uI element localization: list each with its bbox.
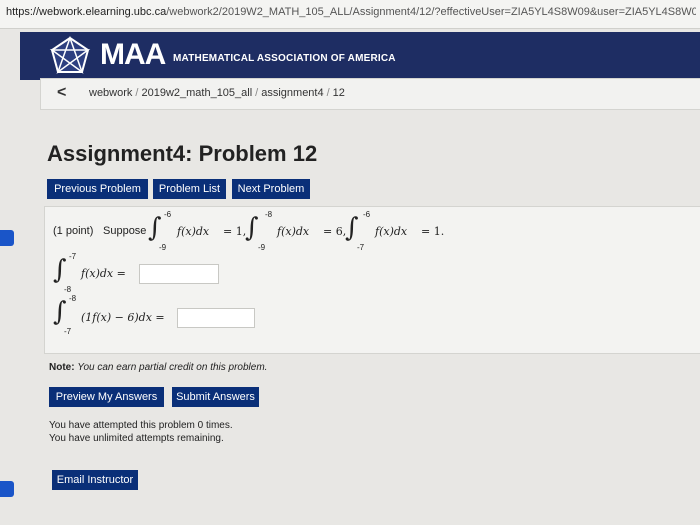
upper-limit: -7 [69,252,77,261]
given-value: = 1. [421,225,445,238]
maa-logo-text: MAA [100,38,166,71]
browser-url-bar[interactable]: https://webwork.elearning.ubc.ca/webwork… [0,0,700,29]
note-text: You can earn partial credit on this prob… [77,362,268,373]
breadcrumb-trail: webwork/2019w2_math_105_all / assignment4/… [89,87,345,99]
url-path: /webwork2/2019W2_MATH_105_ALL/Assignment… [166,6,696,18]
breadcrumb: < webwork/2019w2_math_105_all / assignment… [40,78,700,110]
next-problem-button[interactable]: Next Problem [232,179,310,199]
upper-limit: -6 [363,210,371,219]
submit-answers-button[interactable]: Submit Answers [172,387,259,407]
integral-sign: ∫ [53,297,67,327]
lower-limit: -8 [64,285,72,294]
email-instructor-button[interactable]: Email Instructor [52,470,138,490]
breadcrumb-item-course[interactable]: 2019w2_math_105_all [141,87,252,99]
problem-box: (1 point) Suppose ∫ -6 -9 f(x)dx = 1, ∫ … [44,206,700,354]
given-value: = 6, [323,225,347,238]
lower-limit: -7 [357,243,365,252]
integrand: f(x)dx [177,225,210,238]
integral-sign: ∫ [148,213,162,243]
problem-list-button[interactable]: Problem List [153,179,226,199]
breadcrumb-item-webwork[interactable]: webwork [89,87,132,99]
integral-sign: ∫ [245,213,259,243]
breadcrumb-item-assignment[interactable]: assignment4 [261,87,323,99]
answer-2-input[interactable] [177,308,255,328]
lower-limit: -7 [64,327,72,336]
attempt-status: You have attempted this problem 0 times.… [49,419,233,445]
breadcrumb-separator: / [255,87,259,99]
side-tab[interactable] [0,481,14,497]
previous-problem-button[interactable]: Previous Problem [47,179,148,199]
suppose-label: Suppose [103,225,147,237]
integral-sign: ∫ [53,255,67,285]
preview-answers-button[interactable]: Preview My Answers [49,387,164,407]
side-tab[interactable] [0,230,14,246]
question-1-expression: f(x)dx = [81,267,126,280]
breadcrumb-separator: / [326,87,330,99]
back-chevron-icon[interactable]: < [57,84,66,102]
remaining-attempts-text: You have unlimited attempts remaining. [49,433,224,444]
attempts-text: You have attempted this problem 0 times. [49,420,233,431]
points-label: (1 point) [53,225,94,237]
lower-limit: -9 [258,243,266,252]
upper-limit: -8 [69,294,77,303]
maa-logo-icon [49,36,91,75]
url-text[interactable]: https://webwork.elearning.ubc.ca/webwork… [6,6,696,18]
problem-statement: (1 point) Suppose ∫ -6 -9 f(x)dx = 1, ∫ … [53,210,693,258]
breadcrumb-item-problem: 12 [332,87,345,99]
answer-1-input[interactable] [139,264,219,284]
integral-sign: ∫ [345,213,359,243]
maa-org-name: MATHEMATICAL ASSOCIATION OF AMERICA [173,53,396,64]
url-host: https://webwork.elearning.ubc.ca [6,6,167,18]
question-2-expression: (1f(x) − 6)dx = [81,311,165,324]
lower-limit: -9 [159,243,167,252]
integrand: f(x)dx [375,225,408,238]
integrand: f(x)dx [277,225,310,238]
page-title: Assignment4: Problem 12 [47,141,318,166]
upper-limit: -8 [265,210,273,219]
partial-credit-note: Note: You can earn partial credit on thi… [49,362,267,373]
maa-banner: MAA MATHEMATICAL ASSOCIATION OF AMERICA [20,32,700,80]
given-value: = 1, [223,225,247,238]
upper-limit: -6 [164,210,172,219]
note-label: Note: [49,362,75,373]
